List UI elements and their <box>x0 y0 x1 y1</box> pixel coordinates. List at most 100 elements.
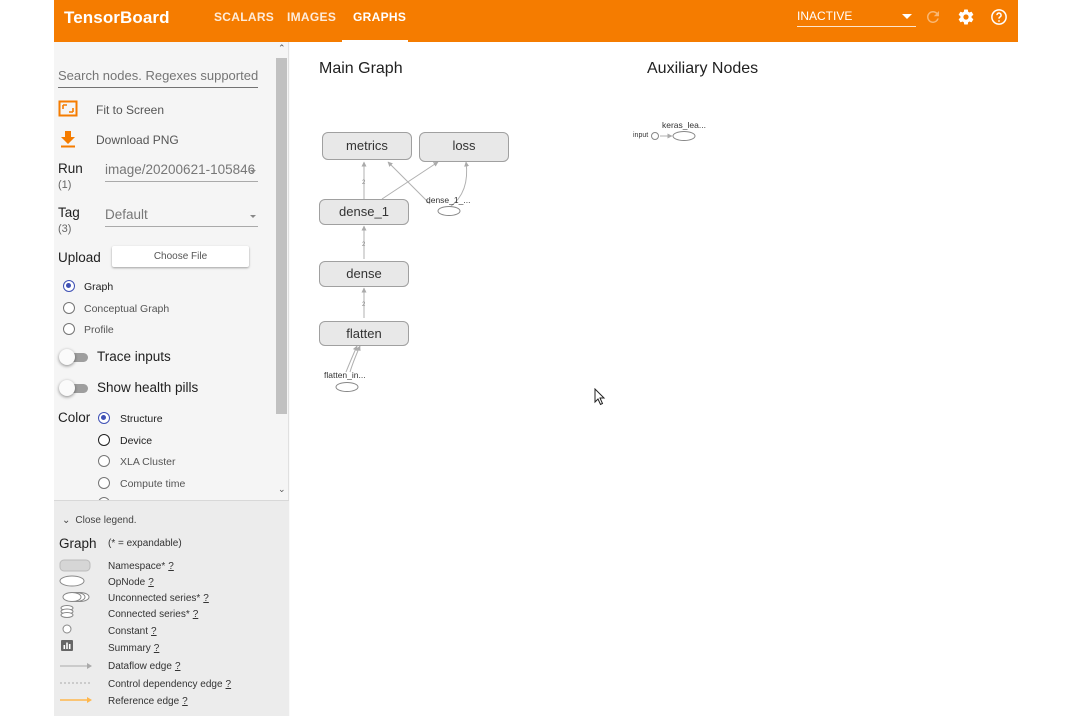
legend-help-link[interactable]: ? <box>151 626 157 637</box>
graph-canvas[interactable]: Main Graph Auxiliary Nodes 2 2 2 metrics… <box>290 42 1018 716</box>
close-legend-label: Close legend. <box>75 515 137 526</box>
close-legend-button[interactable]: ⌄ Close legend. <box>62 515 137 526</box>
toggle-knob <box>59 349 75 365</box>
caret-down-icon <box>250 215 256 218</box>
dropdown-label: INACTIVE <box>797 9 853 23</box>
dense-1-node[interactable]: dense_1 <box>319 199 409 225</box>
download-png-label: Download PNG <box>96 133 179 147</box>
health-pills-label: Show health pills <box>97 380 199 395</box>
choose-file-button[interactable]: Choose File <box>112 246 249 267</box>
radio-color-device-label: Device <box>120 435 153 447</box>
legend-help-link[interactable]: ? <box>168 561 174 572</box>
legend-item: Reference edge? <box>108 696 188 707</box>
edge-shape-label: 2 <box>362 180 366 186</box>
sidebar: Search nodes. Regexes supported. Fit to … <box>54 42 289 716</box>
trace-inputs-toggle[interactable] <box>59 349 89 365</box>
legend-item-label: Summary <box>108 643 151 654</box>
legend-item-label: Connected series* <box>108 609 190 620</box>
keras-learning-phase-node[interactable] <box>672 131 696 141</box>
tab-images[interactable]: IMAGES <box>287 10 336 24</box>
tag-select[interactable]: Default <box>105 207 258 227</box>
dense-1-target-node[interactable] <box>437 206 461 216</box>
aux-input-label: input <box>633 132 649 139</box>
legend-help-link[interactable]: ? <box>203 593 209 604</box>
legend-item-label: Control dependency edge <box>108 679 223 690</box>
app-title: TensorBoard <box>64 8 170 27</box>
keras-learning-phase-label: keras_lea... <box>662 120 706 130</box>
radio-color-structure[interactable] <box>98 412 110 424</box>
tensorboard-app: TensorBoard SCALARS IMAGES GRAPHS INACTI… <box>54 0 1018 716</box>
legend-item-label: Constant <box>108 626 149 637</box>
mouse-cursor-icon <box>594 388 606 406</box>
loss-node[interactable]: loss <box>419 132 509 162</box>
refresh-icon[interactable] <box>924 8 942 26</box>
radio-profile-label: Profile <box>84 324 114 336</box>
legend-help-link[interactable]: ? <box>154 643 160 654</box>
run-select[interactable]: image/20200621-105846 <box>105 162 258 182</box>
fit-screen-icon <box>58 100 78 117</box>
edge-shape-label: 2 <box>362 302 366 308</box>
radio-color-xla-cluster[interactable] <box>98 455 110 467</box>
health-pills-toggle[interactable] <box>59 380 89 396</box>
flatten-input-node[interactable] <box>335 382 359 392</box>
dataflow-edge-icon <box>60 663 92 669</box>
radio-color-compute-time-label: Compute time <box>120 478 186 490</box>
legend-help-link[interactable]: ? <box>182 696 188 707</box>
legend-item-label: Namespace* <box>108 561 166 572</box>
caret-down-icon <box>250 170 256 173</box>
scroll-down-icon[interactable]: ⌄ <box>278 484 286 495</box>
graph-legend: ⌄ Close legend. Graph (* = expandable) Na… <box>54 500 289 716</box>
trace-inputs-label: Trace inputs <box>97 349 171 364</box>
tag-label: Tag <box>58 205 80 220</box>
radio-profile[interactable] <box>63 323 75 335</box>
chevron-down-icon: ⌄ <box>62 515 71 526</box>
legend-title: Graph <box>59 536 97 551</box>
summary-icon <box>61 640 73 651</box>
legend-item: Control dependency edge? <box>108 679 231 690</box>
legend-item: Connected series*? <box>108 609 198 620</box>
legend-item-label: Reference edge <box>108 696 180 707</box>
legend-help-link[interactable]: ? <box>175 661 181 672</box>
legend-help-link[interactable]: ? <box>148 577 154 588</box>
toggle-knob <box>59 380 75 396</box>
upload-label: Upload <box>58 250 101 265</box>
radio-color-compute-time[interactable] <box>98 477 110 489</box>
fit-to-screen-label: Fit to Screen <box>96 103 165 117</box>
settings-gear-icon[interactable] <box>957 8 975 26</box>
radio-conceptual-graph-label: Conceptual Graph <box>84 303 170 315</box>
radio-color-device[interactable] <box>98 434 110 446</box>
scroll-up-icon[interactable]: ⌃ <box>278 43 286 54</box>
download-icon <box>61 131 75 148</box>
reference-edge-icon <box>60 697 92 703</box>
legend-item: Summary? <box>108 643 159 654</box>
caret-down-icon <box>902 14 912 19</box>
tag-value: Default <box>105 207 148 222</box>
radio-graph[interactable] <box>63 280 75 292</box>
dense-node[interactable]: dense <box>319 261 409 287</box>
search-nodes-input[interactable]: Search nodes. Regexes supported. <box>58 68 258 88</box>
radio-color-structure-label: Structure <box>120 413 163 425</box>
legend-item-label: Unconnected series* <box>108 593 201 604</box>
color-label: Color <box>58 410 91 425</box>
metrics-node[interactable]: metrics <box>322 132 412 160</box>
tag-count: (3) <box>58 223 72 235</box>
legend-help-link[interactable]: ? <box>193 609 199 620</box>
help-icon[interactable] <box>990 8 1008 26</box>
legend-item: Dataflow edge? <box>108 661 181 672</box>
sidebar-scrollbar-thumb[interactable] <box>276 58 287 414</box>
legend-expandable-note: (* = expandable) <box>108 538 182 549</box>
tab-scalars[interactable]: SCALARS <box>214 10 274 24</box>
flatten-node[interactable]: flatten <box>319 321 409 346</box>
legend-item: Unconnected series*? <box>108 593 209 604</box>
legend-item: OpNode? <box>108 577 154 588</box>
tab-graphs[interactable]: GRAPHS <box>353 10 406 24</box>
radio-conceptual-graph[interactable] <box>63 302 75 314</box>
unconnected-series-icon <box>62 592 90 602</box>
radio-color-xla-cluster-label: XLA Cluster <box>120 456 176 468</box>
legend-item: Namespace*? <box>108 561 174 572</box>
control-dependency-edge-icon <box>60 682 92 684</box>
legend-help-link[interactable]: ? <box>226 679 232 690</box>
aux-input-node[interactable] <box>651 132 659 140</box>
inactive-dashboards-dropdown[interactable]: INACTIVE <box>797 8 916 27</box>
legend-item: Constant? <box>108 626 157 637</box>
